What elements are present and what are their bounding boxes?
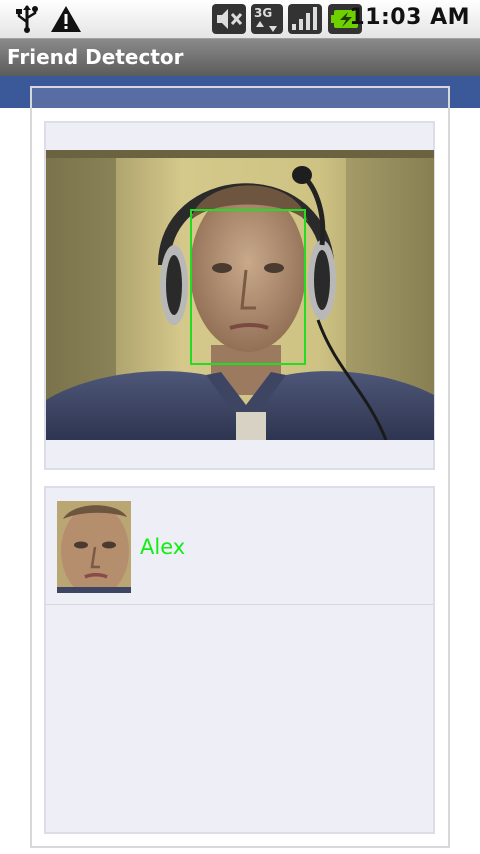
friend-thumbnail <box>57 501 131 593</box>
panel-header <box>32 88 448 108</box>
title-bar: Friend Detector <box>0 38 480 76</box>
usb-icon <box>12 4 42 38</box>
status-bar: 3G 11:03 AM <box>0 0 480 38</box>
svg-text:3G: 3G <box>254 6 272 20</box>
friend-name: Alex <box>140 535 186 559</box>
mute-icon <box>212 4 246 38</box>
face-detection-box <box>190 209 306 365</box>
warning-icon <box>50 4 82 38</box>
signal-icon <box>288 4 322 38</box>
clock: 11:03 AM <box>349 5 470 30</box>
app-title: Friend Detector <box>7 45 184 69</box>
network-3g-icon: 3G <box>251 4 283 38</box>
